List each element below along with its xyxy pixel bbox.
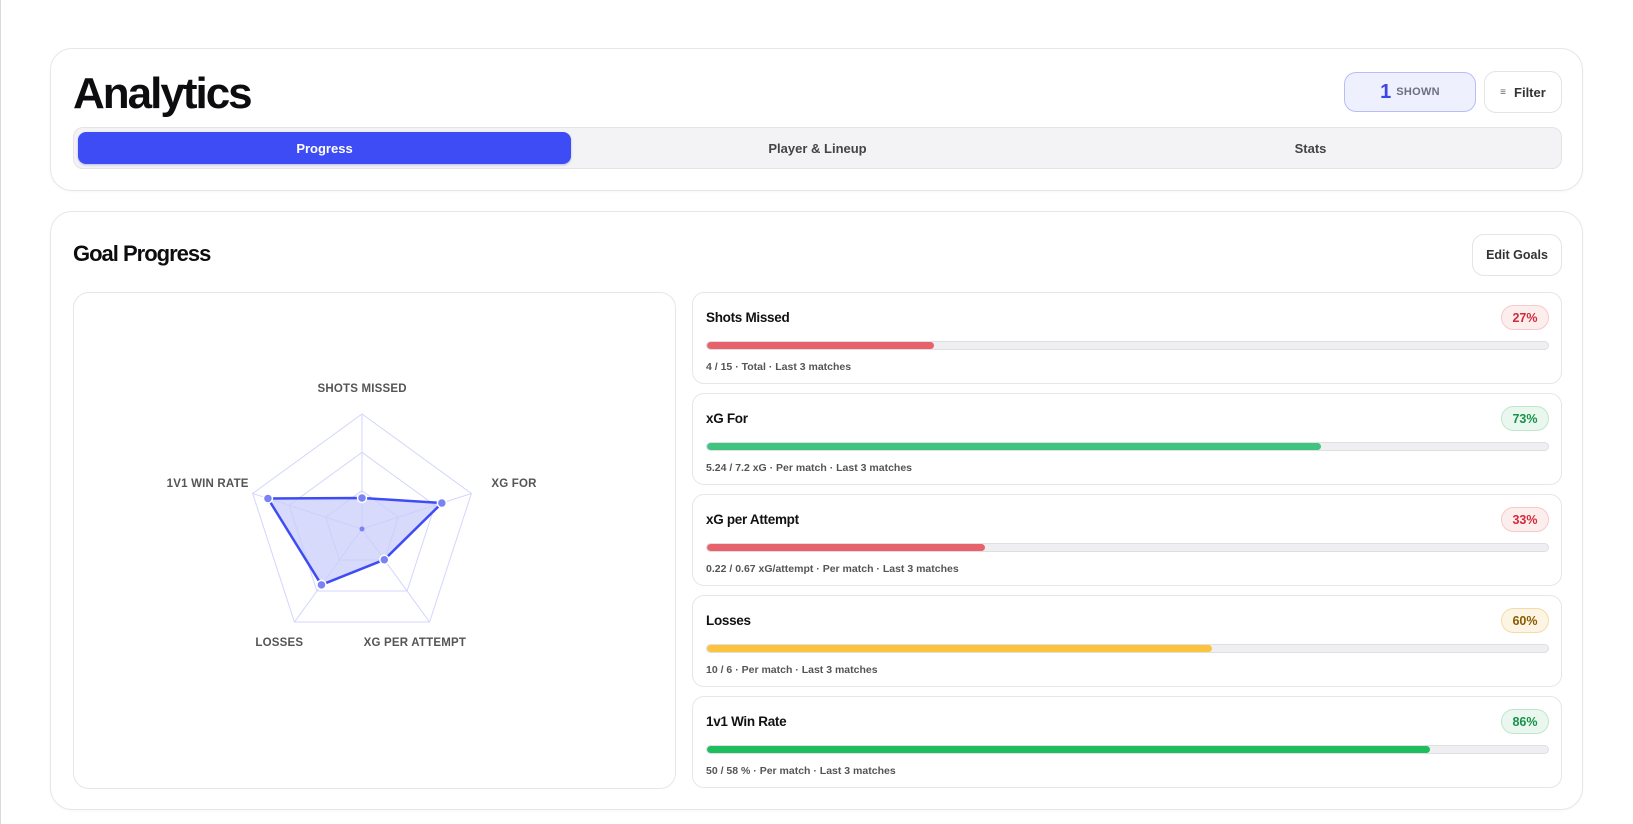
goal-name: 1v1 Win Rate xyxy=(706,714,787,729)
filter-icon: ≡ xyxy=(1500,86,1507,98)
goal-progress-fill xyxy=(707,544,985,551)
goal-progress-card: Goal Progress Edit Goals SHOTS MISSED XG… xyxy=(50,211,1583,810)
goal-name: xG For xyxy=(706,411,748,426)
radar-data-point xyxy=(262,493,274,504)
goal-progress-fill xyxy=(707,342,935,349)
goal-progress-track xyxy=(706,543,1549,552)
goal-percent-badge: 33% xyxy=(1501,507,1549,532)
goal-progress-fill xyxy=(707,746,1431,753)
filter-button[interactable]: ≡ Filter xyxy=(1484,71,1562,113)
tab-bar: Progress Player & Lineup Stats xyxy=(73,127,1562,169)
radar-chart-panel: SHOTS MISSED XG FOR XG PER ATTEMPT LOSSE… xyxy=(73,292,676,789)
goal-progress-track xyxy=(706,341,1549,350)
goal-progress-track xyxy=(706,745,1549,754)
goal-item[interactable]: Losses 60% 10 / 6 · Per match · Last 3 m… xyxy=(692,595,1562,687)
radar-axis-label: 1V1 WIN RATE xyxy=(166,478,249,491)
radar-data-point xyxy=(379,554,390,565)
goal-name: xG per Attempt xyxy=(706,512,799,527)
goal-percent-badge: 60% xyxy=(1501,608,1549,633)
shown-label: SHOWN xyxy=(1396,86,1440,98)
goal-percent-badge: 27% xyxy=(1501,305,1549,330)
radar-data-point xyxy=(316,579,327,591)
shown-count-badge[interactable]: 1 SHOWN xyxy=(1344,72,1476,112)
goal-item[interactable]: Shots Missed 27% 4 / 15 · Total · Last 3… xyxy=(692,292,1562,384)
goal-meta: 10 / 6 · Per match · Last 3 matches xyxy=(706,664,878,676)
goal-progress-track xyxy=(706,442,1549,451)
radar-data-point xyxy=(356,492,368,504)
goal-meta: 5.24 / 7.2 xG · Per match · Last 3 match… xyxy=(706,462,913,474)
tab-progress[interactable]: Progress xyxy=(78,132,571,164)
goal-meta: 0.22 / 0.67 xG/attempt · Per match · Las… xyxy=(706,563,959,575)
section-title: Goal Progress xyxy=(73,241,211,266)
radar-axis-label: SHOTS MISSED xyxy=(317,383,407,395)
goal-progress-fill xyxy=(707,645,1212,652)
analytics-header-card: Analytics 1 SHOWN ≡ Filter Progress Play… xyxy=(50,48,1583,191)
shown-count: 1 xyxy=(1380,80,1392,103)
radar-center-point xyxy=(359,526,365,532)
radar-chart xyxy=(252,413,472,623)
goal-percent-badge: 73% xyxy=(1501,406,1549,431)
goal-meta: 50 / 58 % · Per match · Last 3 matches xyxy=(706,765,896,777)
goal-item[interactable]: xG per Attempt 33% 0.22 / 0.67 xG/attemp… xyxy=(692,494,1562,586)
goal-name: Losses xyxy=(706,613,751,628)
page-title: Analytics xyxy=(73,69,253,118)
goal-percent-badge: 86% xyxy=(1501,709,1549,734)
goal-item[interactable]: xG For 73% 5.24 / 7.2 xG · Per match · L… xyxy=(692,393,1562,485)
radar-data-point xyxy=(436,497,448,509)
filter-label: Filter xyxy=(1514,84,1546,100)
tab-player-lineup[interactable]: Player & Lineup xyxy=(571,132,1064,164)
radar-axis-label: XG FOR xyxy=(491,478,537,491)
goal-name: Shots Missed xyxy=(706,310,790,325)
radar-data-area xyxy=(266,496,444,587)
goal-item[interactable]: 1v1 Win Rate 86% 50 / 58 % · Per match ·… xyxy=(692,696,1562,788)
goal-meta: 4 / 15 · Total · Last 3 matches xyxy=(706,361,852,373)
radar-axis-label: XG PER ATTEMPT xyxy=(363,637,467,650)
goal-progress-fill xyxy=(707,443,1321,450)
radar-axis-label: LOSSES xyxy=(255,637,304,650)
tab-stats[interactable]: Stats xyxy=(1064,132,1557,164)
goal-progress-track xyxy=(706,644,1549,653)
edit-goals-button[interactable]: Edit Goals xyxy=(1472,234,1562,276)
